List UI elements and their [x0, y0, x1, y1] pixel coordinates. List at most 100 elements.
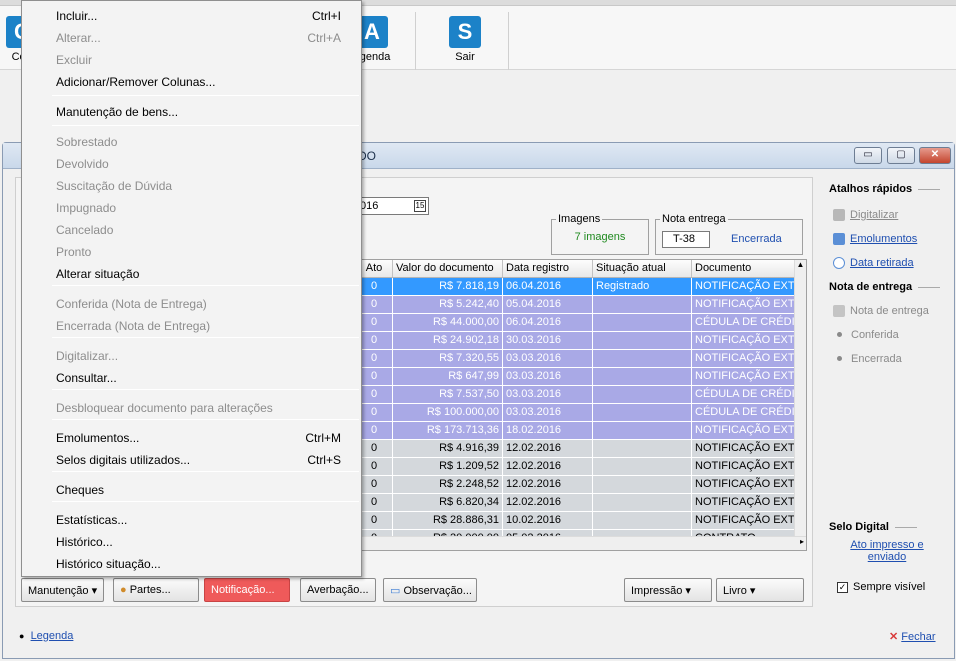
cell-data: 30.03.2016 [503, 332, 593, 349]
livro-button[interactable]: Livro ▾ [716, 578, 804, 602]
legend-link[interactable]: ● Legenda [19, 630, 73, 642]
menu-item[interactable]: Alterar... Ctrl+A [22, 27, 361, 49]
observacao-button[interactable]: ▭ Observação... [383, 578, 477, 602]
cell-data: 03.03.2016 [503, 350, 593, 367]
table-row[interactable]: 0 R$ 6.820,34 12.02.2016 NOTIFICAÇÃO EXTR [356, 494, 806, 512]
menu-item[interactable]: Histórico situação... [22, 553, 361, 575]
menu-item-label: Alterar situação [56, 267, 140, 281]
cell-documento: CÉDULA DE CRÉDIT [692, 404, 796, 421]
images-count[interactable]: 7 imagens [552, 231, 648, 243]
table-row[interactable]: 0 R$ 28.886,31 10.02.2016 NOTIFICAÇÃO EXTR [356, 512, 806, 530]
column-header-valor[interactable]: Valor do documento [393, 260, 503, 277]
cell-situacao [593, 404, 692, 421]
toolbar-sair-button[interactable]: S Sair [443, 16, 487, 63]
menu-item-label: Consultar... [56, 371, 117, 385]
menu-item[interactable]: Suscitação de Dúvida [22, 175, 361, 197]
quick-emolumentos[interactable]: Emolumentos [833, 233, 917, 246]
menu-item[interactable]: Estatísticas... [22, 509, 361, 531]
cell-situacao [593, 494, 692, 511]
menu-item[interactable]: Adicionar/Remover Colunas... [22, 71, 361, 93]
delivery-conferida[interactable]: Conferida [833, 329, 899, 341]
menu-item[interactable]: Excluir [22, 49, 361, 71]
menu-item[interactable]: Devolvido [22, 153, 361, 175]
table-row[interactable]: 0 R$ 7.818,19 06.04.2016 Registrado NOTIFICA… [356, 278, 806, 296]
menu-item-label: Incluir... [56, 9, 98, 23]
table-row[interactable]: 0 R$ 173.713,36 18.02.2016 NOTIFICAÇÃO EXTR [356, 422, 806, 440]
menu-item[interactable]: Emolumentos... Ctrl+M [22, 427, 361, 449]
manutencao-button[interactable]: Manutenção ▾ [21, 578, 105, 602]
menu-item[interactable]: Desbloquear documento para alterações [22, 397, 361, 419]
menu-item[interactable]: Consultar... [22, 367, 361, 389]
cell-valor: R$ 44.000,00 [393, 314, 503, 331]
delivery-note-item[interactable]: Nota de entrega [833, 305, 929, 318]
table-row[interactable]: 0 R$ 100.000,00 03.03.2016 CÉDULA DE CRÉDIT [356, 404, 806, 422]
documents-table[interactable]: Ato Valor do documento Data registro Sit… [355, 259, 807, 551]
menu-item-label: Emolumentos... [56, 431, 140, 445]
always-visible-checkbox[interactable]: ✓ Sempre visível [837, 581, 925, 593]
menu-item[interactable]: Sobrestado [22, 131, 361, 153]
right-panel: Atalhos rápidos Digitalizar Emolumentos … [823, 177, 948, 607]
menu-item[interactable]: Incluir... Ctrl+I [22, 5, 361, 27]
menu-item[interactable]: Cheques [22, 479, 361, 501]
partes-button[interactable]: ● Partes... [113, 578, 199, 602]
horizontal-scrollbar[interactable]: ▸ [356, 536, 806, 550]
column-header-documento[interactable]: Documento [692, 260, 796, 277]
menu-item-label: Conferida (Nota de Entrega) [56, 297, 207, 311]
quick-digitalizar[interactable]: Digitalizar [833, 209, 898, 222]
minimize-button[interactable]: ▭ [854, 147, 882, 164]
table-row[interactable]: 0 R$ 7.537,50 03.03.2016 CÉDULA DE CRÉDIT [356, 386, 806, 404]
quick-actions-title: Atalhos rápidos [829, 183, 940, 195]
menu-item[interactable]: Selos digitais utilizados... Ctrl+S [22, 449, 361, 471]
delivery-note-status: Encerrada [731, 233, 782, 245]
cell-situacao [593, 350, 692, 367]
table-row[interactable]: 0 R$ 647,99 03.03.2016 NOTIFICAÇÃO EXTR [356, 368, 806, 386]
table-row[interactable]: 0 R$ 7.320,55 03.03.2016 NOTIFICAÇÃO EXTR [356, 350, 806, 368]
fechar-button[interactable]: ✕ Fechar [889, 630, 936, 643]
menu-item[interactable]: Encerrada (Nota de Entrega) [22, 315, 361, 337]
notificacao-button[interactable]: Notificação... [204, 578, 290, 602]
vertical-scrollbar[interactable]: ▲ [794, 260, 806, 536]
cell-situacao: Registrado [593, 278, 692, 295]
seal-status-link[interactable]: Ato impresso e enviado [837, 539, 937, 563]
cell-data: 10.02.2016 [503, 512, 593, 529]
table-icon [833, 233, 845, 246]
table-row[interactable]: 0 R$ 2.248,52 12.02.2016 NOTIFICAÇÃO EXTR [356, 476, 806, 494]
cell-documento: NOTIFICAÇÃO EXTR [692, 494, 796, 511]
delivery-encerrada[interactable]: Encerrada [833, 353, 902, 365]
menu-item[interactable]: Cancelado [22, 219, 361, 241]
cell-valor: R$ 1.209,52 [393, 458, 503, 475]
table-row[interactable]: 0 R$ 5.242,40 05.04.2016 NOTIFICAÇÃO EXTR [356, 296, 806, 314]
menu-item[interactable]: Manutenção de bens... [22, 101, 361, 123]
cell-documento: NOTIFICAÇÃO EXTR [692, 440, 796, 457]
menu-item-label: Cancelado [56, 223, 114, 237]
averbacao-button[interactable]: Averbação... [300, 578, 376, 602]
toolbar-sair-label: Sair [455, 51, 475, 63]
menu-item[interactable]: Digitalizar... [22, 345, 361, 367]
maximize-button[interactable]: ▢ [887, 147, 915, 164]
cell-situacao [593, 296, 692, 313]
quick-data-retirada[interactable]: Data retirada [833, 257, 914, 270]
menu-item[interactable]: Pronto [22, 241, 361, 263]
table-row[interactable]: 0 R$ 4.916,39 12.02.2016 NOTIFICAÇÃO EXTR [356, 440, 806, 458]
table-row[interactable]: 0 R$ 1.209,52 12.02.2016 NOTIFICAÇÃO EXTR [356, 458, 806, 476]
clock-icon [833, 257, 845, 270]
menu-item[interactable]: Alterar situação [22, 263, 361, 285]
menu-item-label: Histórico... [56, 535, 113, 549]
table-header: Ato Valor do documento Data registro Sit… [356, 260, 806, 278]
delivery-note-number[interactable]: T-38 [662, 231, 710, 248]
table-row[interactable]: 0 R$ 24.902,18 30.03.2016 NOTIFICAÇÃO EXTR [356, 332, 806, 350]
table-row[interactable]: 0 R$ 44.000,00 06.04.2016 CÉDULA DE CRÉDIT [356, 314, 806, 332]
delivery-note-group: Nota entrega T-38 Encerrada [655, 213, 803, 255]
date-input[interactable]: 016 15 [355, 197, 429, 215]
cell-valor: R$ 7.818,19 [393, 278, 503, 295]
calendar-icon[interactable]: 15 [414, 200, 426, 212]
menu-item[interactable]: Impugnado [22, 197, 361, 219]
column-header-situacao[interactable]: Situação atual [593, 260, 692, 277]
menu-item[interactable]: Conferida (Nota de Entrega) [22, 293, 361, 315]
menu-item-label: Encerrada (Nota de Entrega) [56, 319, 211, 333]
column-header-data[interactable]: Data registro [503, 260, 593, 277]
cell-documento: NOTIFICAÇÃO EXTR [692, 368, 796, 385]
impressao-button[interactable]: Impressão ▾ [624, 578, 712, 602]
close-button[interactable]: ✕ [919, 147, 951, 164]
menu-item[interactable]: Histórico... [22, 531, 361, 553]
